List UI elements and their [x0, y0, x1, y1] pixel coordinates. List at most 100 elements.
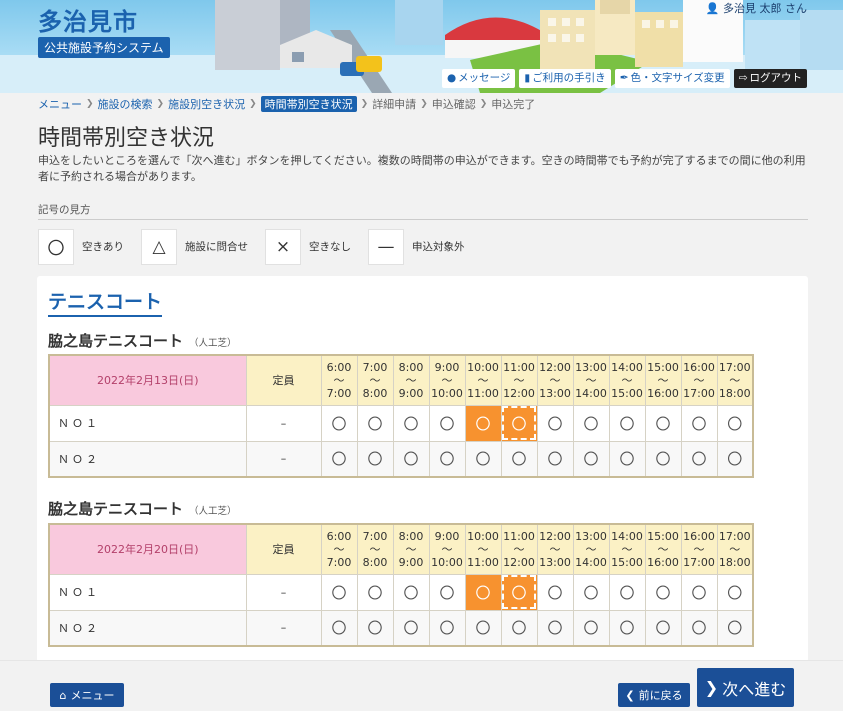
available-mark: 〇: [583, 414, 599, 433]
time-slot-cell[interactable]: 〇: [356, 609, 394, 647]
time-slot-cell[interactable]: 〇: [572, 404, 610, 442]
time-slot-cell[interactable]: 〇: [644, 404, 682, 442]
time-slot-header: 10:00 ～ 11:00: [464, 523, 502, 575]
available-mark: 〇: [727, 619, 743, 638]
time-slot-header: 9:00 ～ 10:00: [428, 354, 466, 406]
time-slot-cell[interactable]: 〇: [608, 609, 646, 647]
logout-icon: ⇨: [738, 72, 748, 84]
time-slot-cell[interactable]: 〇: [608, 404, 646, 442]
available-mark: 〇: [367, 450, 383, 469]
time-slot-cell[interactable]: 〇: [644, 609, 682, 647]
time-slot-cell[interactable]: 〇: [500, 440, 538, 478]
available-mark: 〇: [367, 583, 383, 602]
available-mark: 〇: [511, 619, 527, 638]
time-slot-cell[interactable]: 〇: [356, 440, 394, 478]
availability-table: 2022年2月13日(日) 定員 6:00 ～ 7:00 7:00 ～ 8:00 8:00 ～ 9:…: [48, 354, 754, 478]
time-slot-cell[interactable]: 〇: [716, 573, 754, 611]
time-slot-cell[interactable]: 〇: [716, 609, 754, 647]
message-button[interactable]: ● メッセージ: [441, 69, 516, 88]
time-slot-cell[interactable]: 〇: [392, 573, 430, 611]
time-slot-cell[interactable]: 〇: [392, 404, 430, 442]
time-slot-header: 15:00 ～ 16:00: [644, 523, 682, 575]
time-slot-cell[interactable]: 〇: [356, 404, 394, 442]
time-slot-cell[interactable]: 〇: [644, 573, 682, 611]
time-slot-cell[interactable]: 〇: [680, 609, 718, 647]
color-font-size-button[interactable]: ✒ 色・文字サイズ変更: [614, 69, 730, 88]
time-slot-header: 7:00 ～ 8:00: [356, 354, 394, 406]
header-nav: ● メッセージ ▮ ご利用の手引き ✒ 色・文字サイズ変更 ⇨ ログアウト: [441, 69, 807, 88]
site-header: 多治見市 公共施設予約システム 👤 多治見 太郎 さん ● メッセージ ▮ ご利用の…: [0, 0, 843, 93]
breadcrumb-menu[interactable]: メニュー: [38, 96, 82, 112]
available-mark: 〇: [475, 414, 491, 433]
available-mark: 〇: [367, 414, 383, 433]
time-slot-cell[interactable]: 〇: [500, 404, 538, 442]
available-mark: 〇: [547, 583, 563, 602]
time-slot-cell[interactable]: 〇: [428, 404, 466, 442]
available-mark: 〇: [619, 450, 635, 469]
time-slot-cell[interactable]: 〇: [392, 440, 430, 478]
legend-divider: [38, 219, 808, 220]
available-mark: 〇: [547, 414, 563, 433]
time-slot-cell[interactable]: 〇: [464, 440, 502, 478]
logout-button[interactable]: ⇨ ログアウト: [733, 69, 807, 88]
not-applicable-icon: —: [368, 228, 404, 265]
time-slot-cell[interactable]: 〇: [608, 573, 646, 611]
time-slot-cell[interactable]: 〇: [428, 609, 466, 647]
time-slot-cell[interactable]: 〇: [464, 404, 502, 442]
available-mark: 〇: [655, 583, 671, 602]
user-info: 👤 多治見 太郎 さん: [706, 0, 807, 16]
room-title: 脇之島テニスコート （人工芝）: [48, 500, 237, 518]
time-slot-cell[interactable]: 〇: [500, 573, 538, 611]
back-button[interactable]: ❮ 前に戻る: [618, 683, 690, 707]
time-slot-cell[interactable]: 〇: [464, 573, 502, 611]
time-slot-cell[interactable]: 〇: [320, 573, 358, 611]
time-slot-cell[interactable]: 〇: [716, 440, 754, 478]
menu-button[interactable]: ⌂ メニュー: [50, 683, 124, 707]
available-mark: 〇: [331, 583, 347, 602]
time-slot-cell[interactable]: 〇: [536, 440, 574, 478]
capacity-value: –: [245, 573, 322, 611]
available-mark: 〇: [547, 450, 563, 469]
time-slot-cell[interactable]: 〇: [536, 609, 574, 647]
time-slot-cell[interactable]: 〇: [428, 440, 466, 478]
time-slot-cell[interactable]: 〇: [680, 573, 718, 611]
time-slot-cell[interactable]: 〇: [464, 609, 502, 647]
home-icon: ⌂: [59, 688, 67, 702]
available-mark: 〇: [439, 583, 455, 602]
capacity-header: 定員: [245, 354, 322, 406]
time-slot-cell[interactable]: 〇: [320, 404, 358, 442]
time-slot-cell[interactable]: 〇: [536, 573, 574, 611]
breadcrumb-facility-search[interactable]: 施設の検索: [98, 96, 153, 112]
time-slot-cell[interactable]: 〇: [644, 440, 682, 478]
time-slot-cell[interactable]: 〇: [320, 440, 358, 478]
chat-icon: ●: [446, 72, 457, 84]
time-slot-cell[interactable]: 〇: [572, 609, 610, 647]
available-mark: 〇: [439, 450, 455, 469]
time-slot-cell[interactable]: 〇: [608, 440, 646, 478]
available-icon: 〇: [38, 228, 74, 265]
available-mark: 〇: [475, 450, 491, 469]
available-mark: 〇: [727, 450, 743, 469]
time-slot-header: 16:00 ～ 17:00: [680, 354, 718, 406]
page-description: 申込をしたいところを選んで「次へ進む」ボタンを押してください。複数の時間帯の申込…: [38, 154, 806, 183]
room-title: 脇之島テニスコート （人工芝）: [48, 332, 237, 350]
facility-title: テニスコート: [48, 287, 163, 317]
capacity-header: 定員: [245, 523, 322, 575]
time-slot-cell[interactable]: 〇: [428, 573, 466, 611]
time-slot-cell[interactable]: 〇: [320, 609, 358, 647]
next-button[interactable]: ❯ 次へ進む: [697, 668, 794, 707]
time-slot-cell[interactable]: 〇: [356, 573, 394, 611]
available-mark: 〇: [583, 450, 599, 469]
time-slot-cell[interactable]: 〇: [680, 440, 718, 478]
court-name: ＮＯ２: [48, 609, 247, 647]
time-slot-cell[interactable]: 〇: [392, 609, 430, 647]
time-slot-cell[interactable]: 〇: [716, 404, 754, 442]
time-slot-header: 15:00 ～ 16:00: [644, 354, 682, 406]
time-slot-cell[interactable]: 〇: [680, 404, 718, 442]
time-slot-cell[interactable]: 〇: [572, 440, 610, 478]
breadcrumb-facility-availability[interactable]: 施設別空き状況: [168, 96, 245, 112]
time-slot-cell[interactable]: 〇: [500, 609, 538, 647]
time-slot-cell[interactable]: 〇: [572, 573, 610, 611]
time-slot-cell[interactable]: 〇: [536, 404, 574, 442]
guide-button[interactable]: ▮ ご利用の手引き: [519, 69, 611, 88]
